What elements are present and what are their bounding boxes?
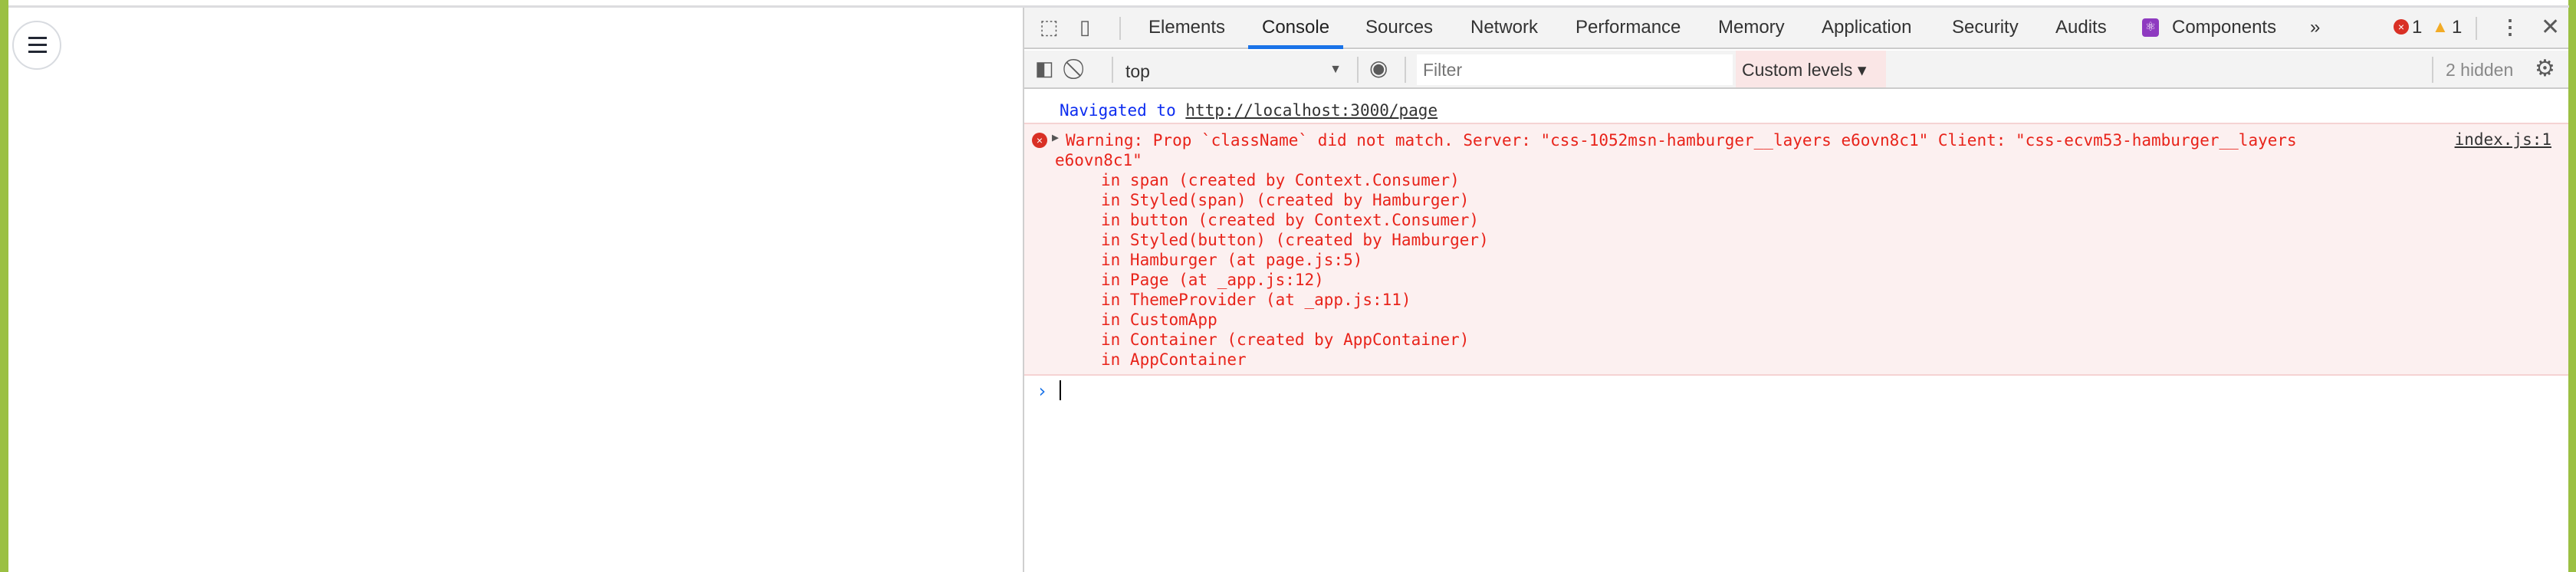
inspect-element-icon[interactable]: ⬚: [1040, 15, 1059, 39]
tab-console[interactable]: Console: [1247, 8, 1344, 49]
component-stack: in span (created by Context.Consumer) in …: [1060, 170, 2568, 370]
devtools-panel: ⬚ ▯ Elements Console Sources Network Per…: [1023, 8, 2568, 572]
log-levels-label: Custom levels ▾: [1742, 60, 1867, 80]
page-border-left: [0, 0, 8, 572]
divider: [2476, 17, 2477, 40]
divider: [1405, 57, 1406, 83]
filter-input[interactable]: [1417, 54, 1733, 85]
tab-network[interactable]: Network: [1470, 8, 1538, 48]
divider: [1357, 57, 1359, 83]
tab-performance[interactable]: Performance: [1576, 8, 1681, 48]
settings-gear-icon[interactable]: ⚙: [2535, 55, 2555, 82]
divider: [1112, 57, 1113, 83]
error-icon: ×: [1032, 133, 1047, 148]
divider: [1119, 17, 1121, 40]
stack-line: in Hamburger (at page.js:5): [1101, 251, 1363, 269]
warning-count[interactable]: 1: [2452, 8, 2462, 48]
stack-line: in Container (created by AppContainer): [1101, 330, 1470, 349]
log-levels-dropdown[interactable]: Custom levels ▾: [1736, 51, 1886, 87]
hamburger-icon-bar: [28, 44, 47, 46]
expand-triangle-icon[interactable]: ▶: [1052, 130, 1059, 144]
more-tabs-button[interactable]: »: [2310, 8, 2320, 48]
tab-elements[interactable]: Elements: [1148, 8, 1225, 48]
tab-sources[interactable]: Sources: [1365, 8, 1433, 48]
context-select[interactable]: top ▼: [1119, 55, 1349, 84]
hamburger-icon: [28, 37, 47, 39]
dropdown-arrow-icon: ▼: [1329, 63, 1342, 76]
warning-icon[interactable]: ▲: [2432, 17, 2449, 37]
nav-url-link[interactable]: http://localhost:3000/page: [1185, 101, 1438, 120]
divider: [2432, 57, 2433, 83]
device-toolbar-icon[interactable]: ▯: [1079, 15, 1090, 39]
tab-security[interactable]: Security: [1952, 8, 2019, 48]
tab-audits[interactable]: Audits: [2055, 8, 2107, 48]
sidebar-toggle-icon[interactable]: ◧: [1035, 57, 1054, 81]
nav-prefix: Navigated to: [1060, 101, 1176, 120]
warning-text: Warning: Prop `className` did not match.…: [1066, 131, 2297, 150]
error-icon[interactable]: ×: [2394, 19, 2409, 35]
tab-application[interactable]: Application: [1822, 8, 1911, 48]
hidden-count: 2 hidden: [2446, 60, 2514, 80]
hamburger-button[interactable]: [12, 21, 61, 70]
page-border-right: [2568, 0, 2576, 572]
stack-line: in Styled(span) (created by Hamburger): [1101, 191, 1470, 209]
console-prompt[interactable]: ›: [1024, 376, 2568, 406]
close-icon[interactable]: ✕: [2541, 14, 2560, 41]
error-count[interactable]: 1: [2412, 8, 2422, 48]
stack-line: in span (created by Context.Consumer): [1101, 171, 1460, 189]
stack-line: in AppContainer: [1101, 350, 1247, 369]
stack-line: in ThemeProvider (at _app.js:11): [1101, 291, 1411, 309]
stack-line: in Styled(button) (created by Hamburger): [1101, 231, 1489, 249]
prompt-chevron-icon: ›: [1037, 380, 1048, 402]
hamburger-icon-bar: [28, 51, 47, 53]
stack-line: in CustomApp: [1101, 311, 1217, 329]
console-output: Navigated to http://localhost:3000/page …: [1024, 90, 2568, 406]
tab-memory[interactable]: Memory: [1718, 8, 1785, 48]
context-value: top: [1125, 61, 1150, 81]
stack-line: in Page (at _app.js:12): [1101, 271, 1324, 289]
source-link[interactable]: index.js:1: [2455, 130, 2551, 149]
warning-text-cont: e6ovn8c1": [1055, 151, 1142, 169]
eye-icon[interactable]: ◉: [1369, 55, 1388, 81]
console-toolbar: ◧ ⃠ top ▼ ◉ Custom levels ▾ 2 hidden ⚙: [1024, 51, 2568, 89]
tab-components[interactable]: Components: [2172, 8, 2276, 48]
text-cursor: [1060, 380, 1061, 400]
warning-message: × ▶ Warning: Prop `className` did not ma…: [1024, 124, 2568, 376]
react-components-icon: ⚛: [2142, 18, 2159, 37]
kebab-menu-icon[interactable]: ⋮: [2500, 15, 2520, 39]
stack-line: in button (created by Context.Consumer): [1101, 211, 1480, 229]
devtools-tabbar: ⬚ ▯ Elements Console Sources Network Per…: [1024, 8, 2568, 49]
navigation-message: Navigated to http://localhost:3000/page: [1024, 90, 2568, 124]
